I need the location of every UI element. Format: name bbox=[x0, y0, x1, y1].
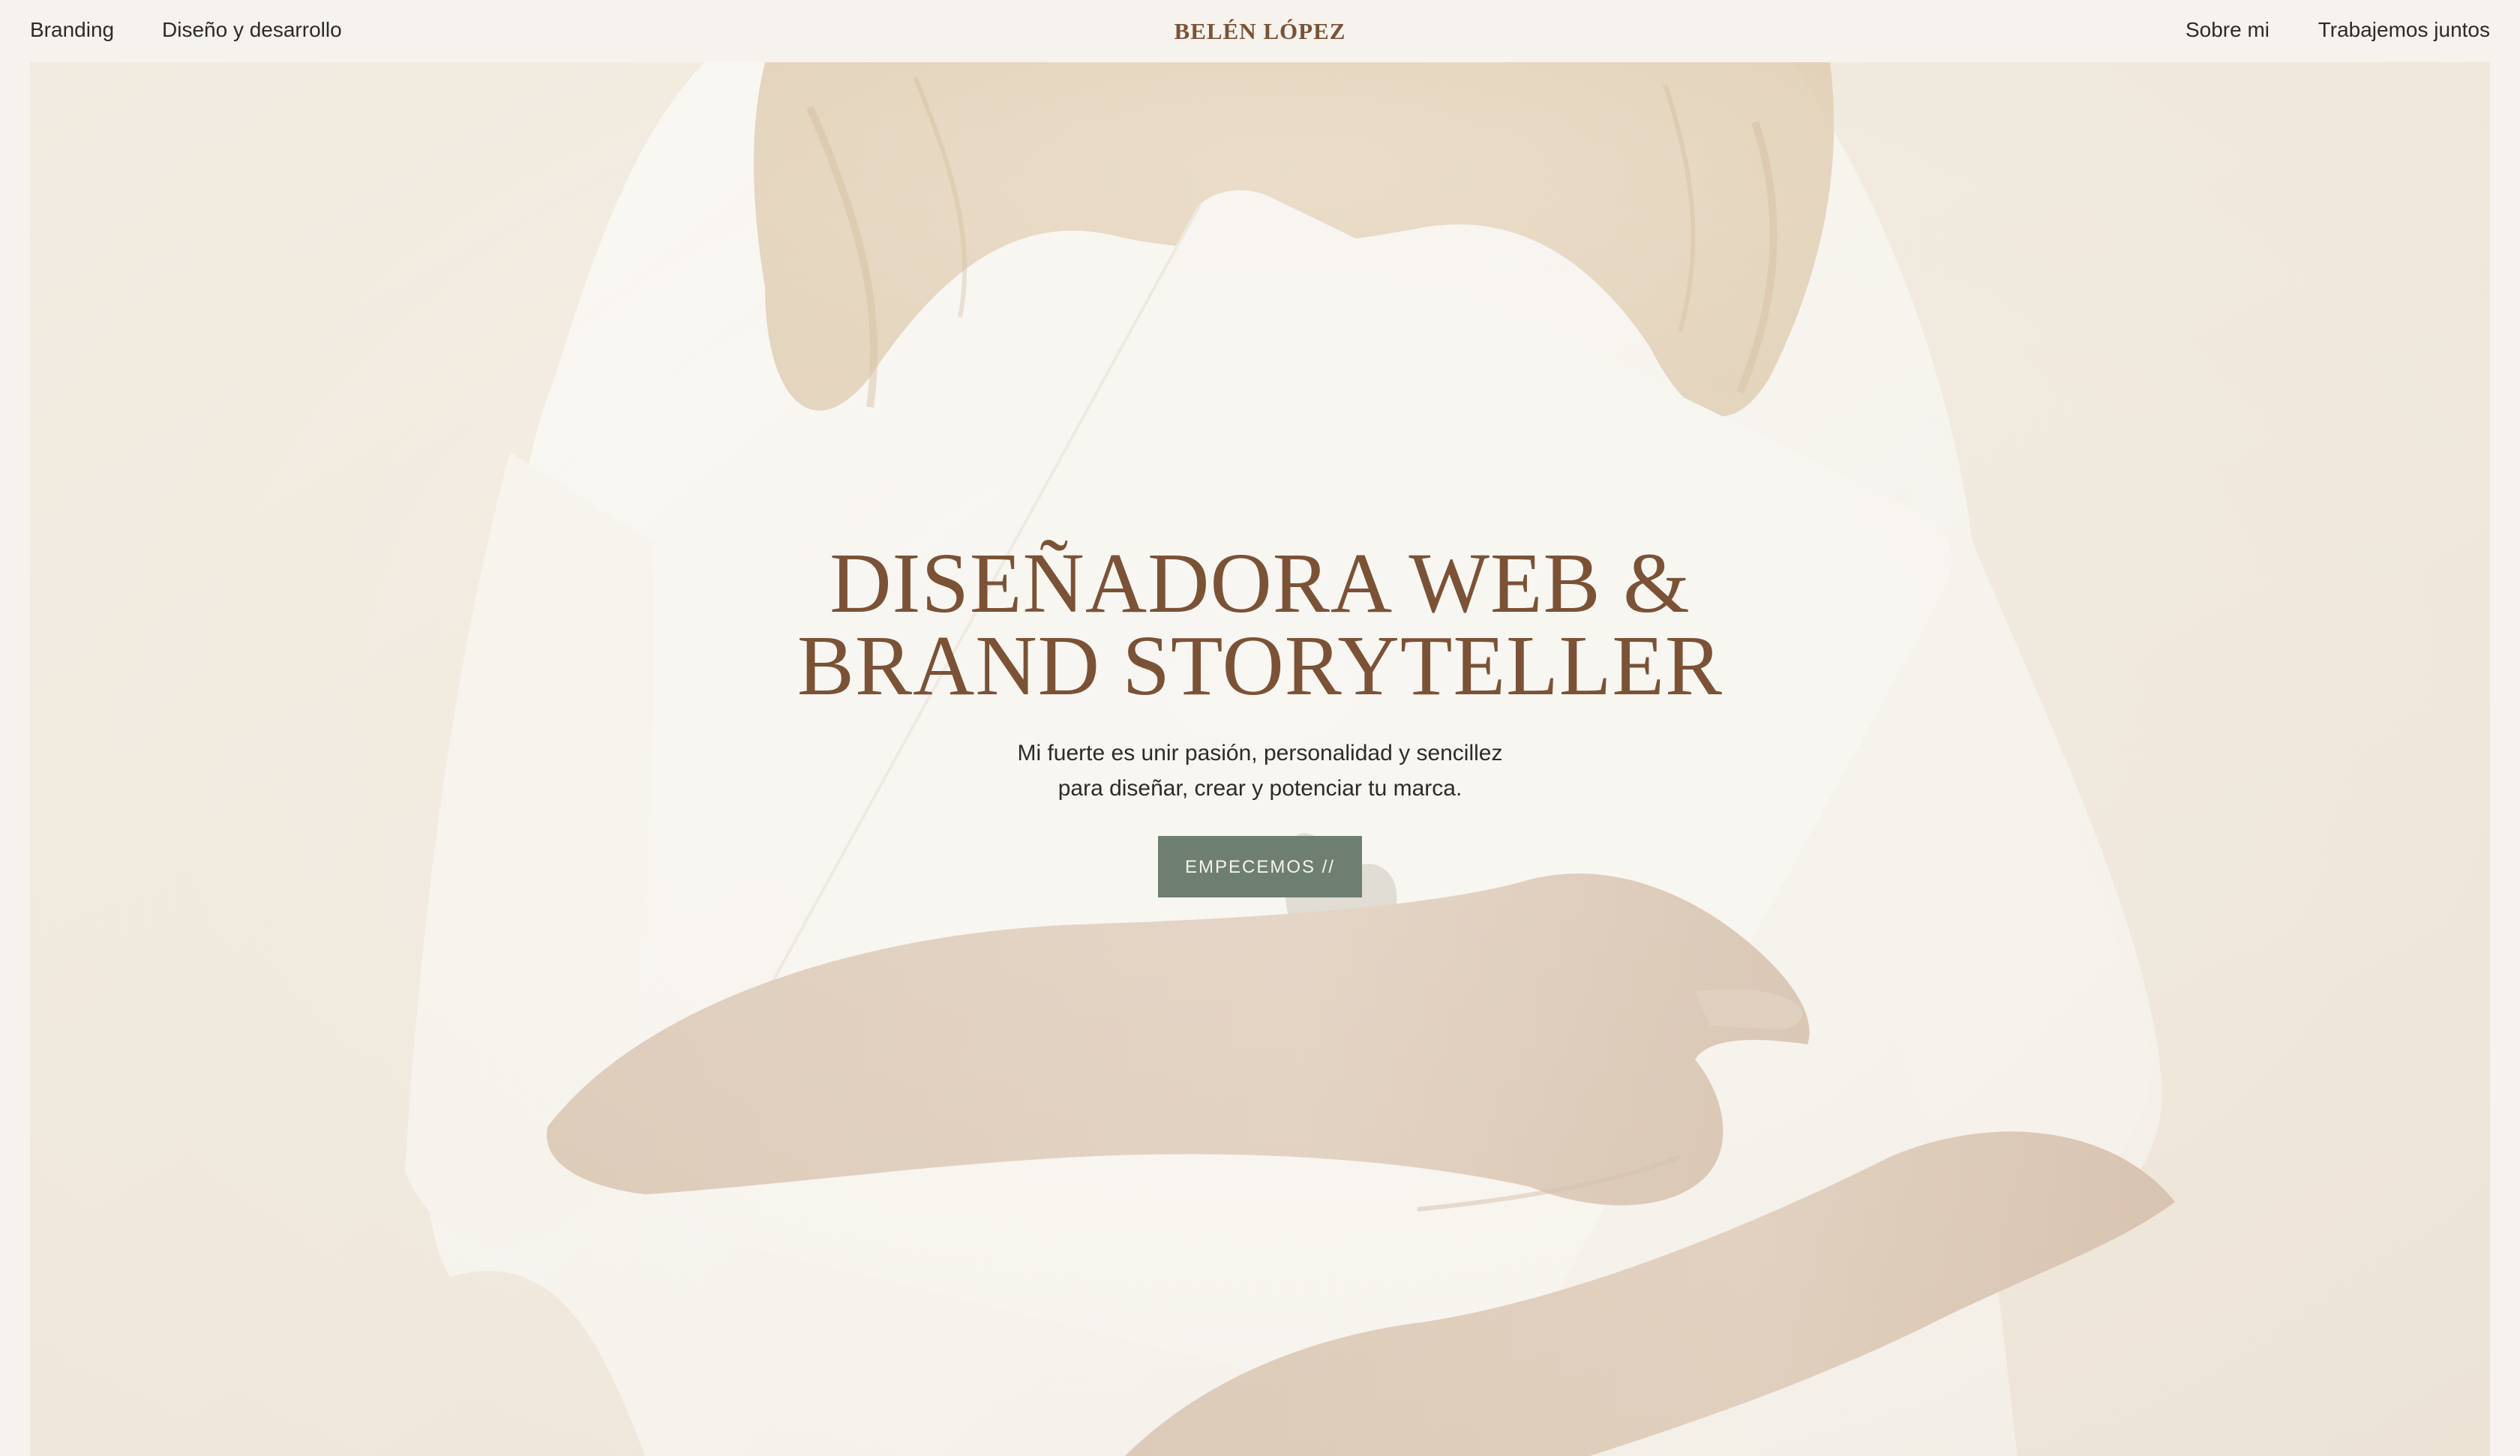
hero-section: DISEÑADORA WEB & BRAND STORYTELLER Mi fu… bbox=[30, 62, 2490, 1456]
hero-content: DISEÑADORA WEB & BRAND STORYTELLER Mi fu… bbox=[30, 535, 2490, 897]
site-header: Branding Diseño y desarrollo BELÉN LÓPEZ… bbox=[0, 0, 2520, 61]
nav-link-sobre-mi[interactable]: Sobre mi bbox=[2186, 16, 2270, 43]
hero-title-line-1: DISEÑADORA WEB & bbox=[830, 535, 1690, 631]
hero-title-line-2: BRAND STORYTELLER bbox=[796, 618, 1724, 713]
hero-subtitle-line-2: para diseñar, crear y potenciar tu marca… bbox=[1058, 776, 1462, 801]
hero-subtitle-line-1: Mi fuerte es unir pasión, personalidad y… bbox=[1017, 741, 1503, 765]
hero-title: DISEÑADORA WEB & BRAND STORYTELLER bbox=[30, 535, 2490, 713]
site-logo[interactable]: BELÉN LÓPEZ bbox=[0, 16, 2520, 46]
page: Branding Diseño y desarrollo BELÉN LÓPEZ… bbox=[0, 0, 2520, 1456]
nav-link-trabajemos-juntos[interactable]: Trabajemos juntos bbox=[2318, 16, 2490, 43]
hero-subtitle: Mi fuerte es unir pasión, personalidad y… bbox=[30, 735, 2490, 806]
empecemos-button[interactable]: EMPECEMOS // bbox=[1158, 836, 1362, 897]
